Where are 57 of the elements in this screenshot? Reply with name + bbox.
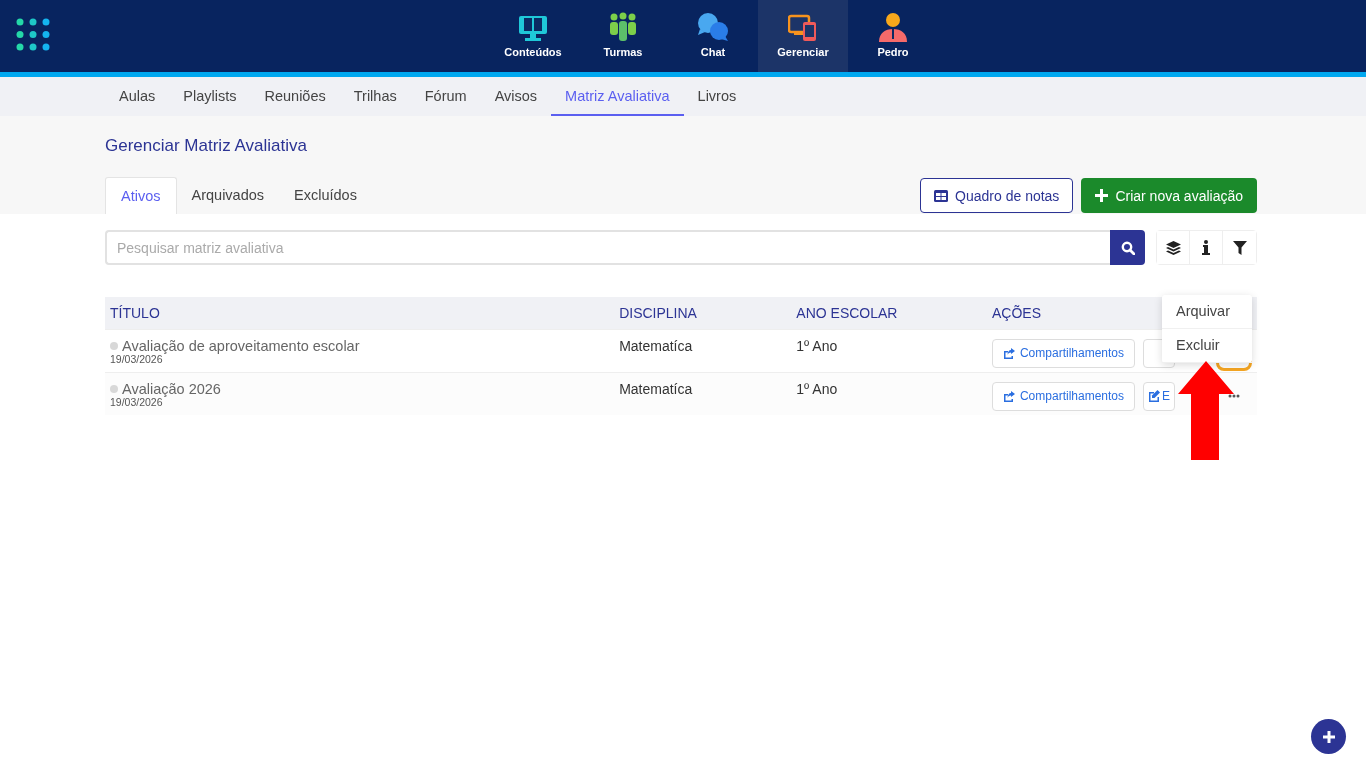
grades-board-button[interactable]: Quadro de notas <box>920 178 1074 213</box>
plus-icon <box>1095 189 1109 202</box>
user-icon <box>878 12 908 42</box>
tab[interactable]: Ativos <box>105 177 177 214</box>
title-text: Avaliação 2026 <box>122 381 221 397</box>
chat-bubbles-icon <box>696 12 730 42</box>
share-icon <box>1002 347 1015 359</box>
edit-button[interactable]: E <box>1143 381 1175 411</box>
apps-grid-icon[interactable] <box>16 18 50 52</box>
add-button[interactable] <box>1311 719 1346 754</box>
page-title: Gerenciar Matriz Avaliativa <box>105 135 308 157</box>
column-header: DISCIPLINA <box>614 297 792 330</box>
date-text: 19/03/2026 <box>110 396 163 408</box>
share-button[interactable]: Compartilhamentos <box>991 381 1135 411</box>
more-icon <box>1228 394 1240 398</box>
column-header: TÍTULO <box>105 297 615 330</box>
nav-tab[interactable]: Conteúdos <box>488 0 578 72</box>
layers-icon <box>1165 240 1181 255</box>
nav-tab[interactable]: Gerenciar <box>758 0 848 72</box>
year-text: 1º Ano <box>796 380 839 397</box>
section-tab[interactable]: Avisos <box>480 77 552 116</box>
group-icon <box>608 12 638 42</box>
column-header: ANO ESCOLAR <box>791 297 987 330</box>
layers-button[interactable] <box>1157 231 1190 264</box>
share-button[interactable]: Compartilhamentos <box>991 338 1135 368</box>
title-text: Avaliação de aproveitamento escolar <box>122 338 360 354</box>
search-field[interactable]: Pesquisar matriz avaliativa <box>105 230 1110 265</box>
section-tab[interactable]: Trilhas <box>339 77 411 116</box>
tab[interactable]: Arquivados <box>176 177 280 213</box>
search-button[interactable] <box>1110 230 1145 265</box>
section-tab[interactable]: Reuniões <box>250 77 340 116</box>
discipline-text: Matematíca <box>619 380 694 397</box>
date-text: 19/03/2026 <box>110 353 163 365</box>
nav-tab[interactable]: Chat <box>668 0 758 72</box>
edit-icon <box>1148 390 1160 402</box>
plus-icon <box>1322 730 1335 743</box>
menu-item[interactable]: Excluir <box>1162 329 1252 363</box>
discipline-text: Matematíca <box>619 337 694 354</box>
status-dot <box>110 342 118 350</box>
info-icon <box>1202 240 1210 255</box>
section-tab[interactable]: Livros <box>683 77 751 116</box>
status-dot <box>110 385 118 393</box>
section-tab[interactable]: Aulas <box>105 77 170 116</box>
monitor-book-icon <box>518 14 548 42</box>
devices-icon <box>788 14 818 42</box>
year-text: 1º Ano <box>796 337 839 354</box>
nav-tab[interactable]: Pedro <box>848 0 938 72</box>
section-tab[interactable]: Fórum <box>410 77 481 116</box>
section-tab[interactable]: Playlists <box>169 77 251 116</box>
table-icon <box>934 189 949 202</box>
nav-tab[interactable]: Turmas <box>578 0 668 72</box>
menu-item[interactable]: Arquivar <box>1162 295 1252 329</box>
filter-icon <box>1232 240 1247 255</box>
share-icon <box>1002 390 1015 402</box>
tab[interactable]: Excluídos <box>279 177 372 213</box>
search-icon <box>1120 240 1135 255</box>
create-button[interactable]: Criar nova avaliação <box>1081 178 1257 213</box>
